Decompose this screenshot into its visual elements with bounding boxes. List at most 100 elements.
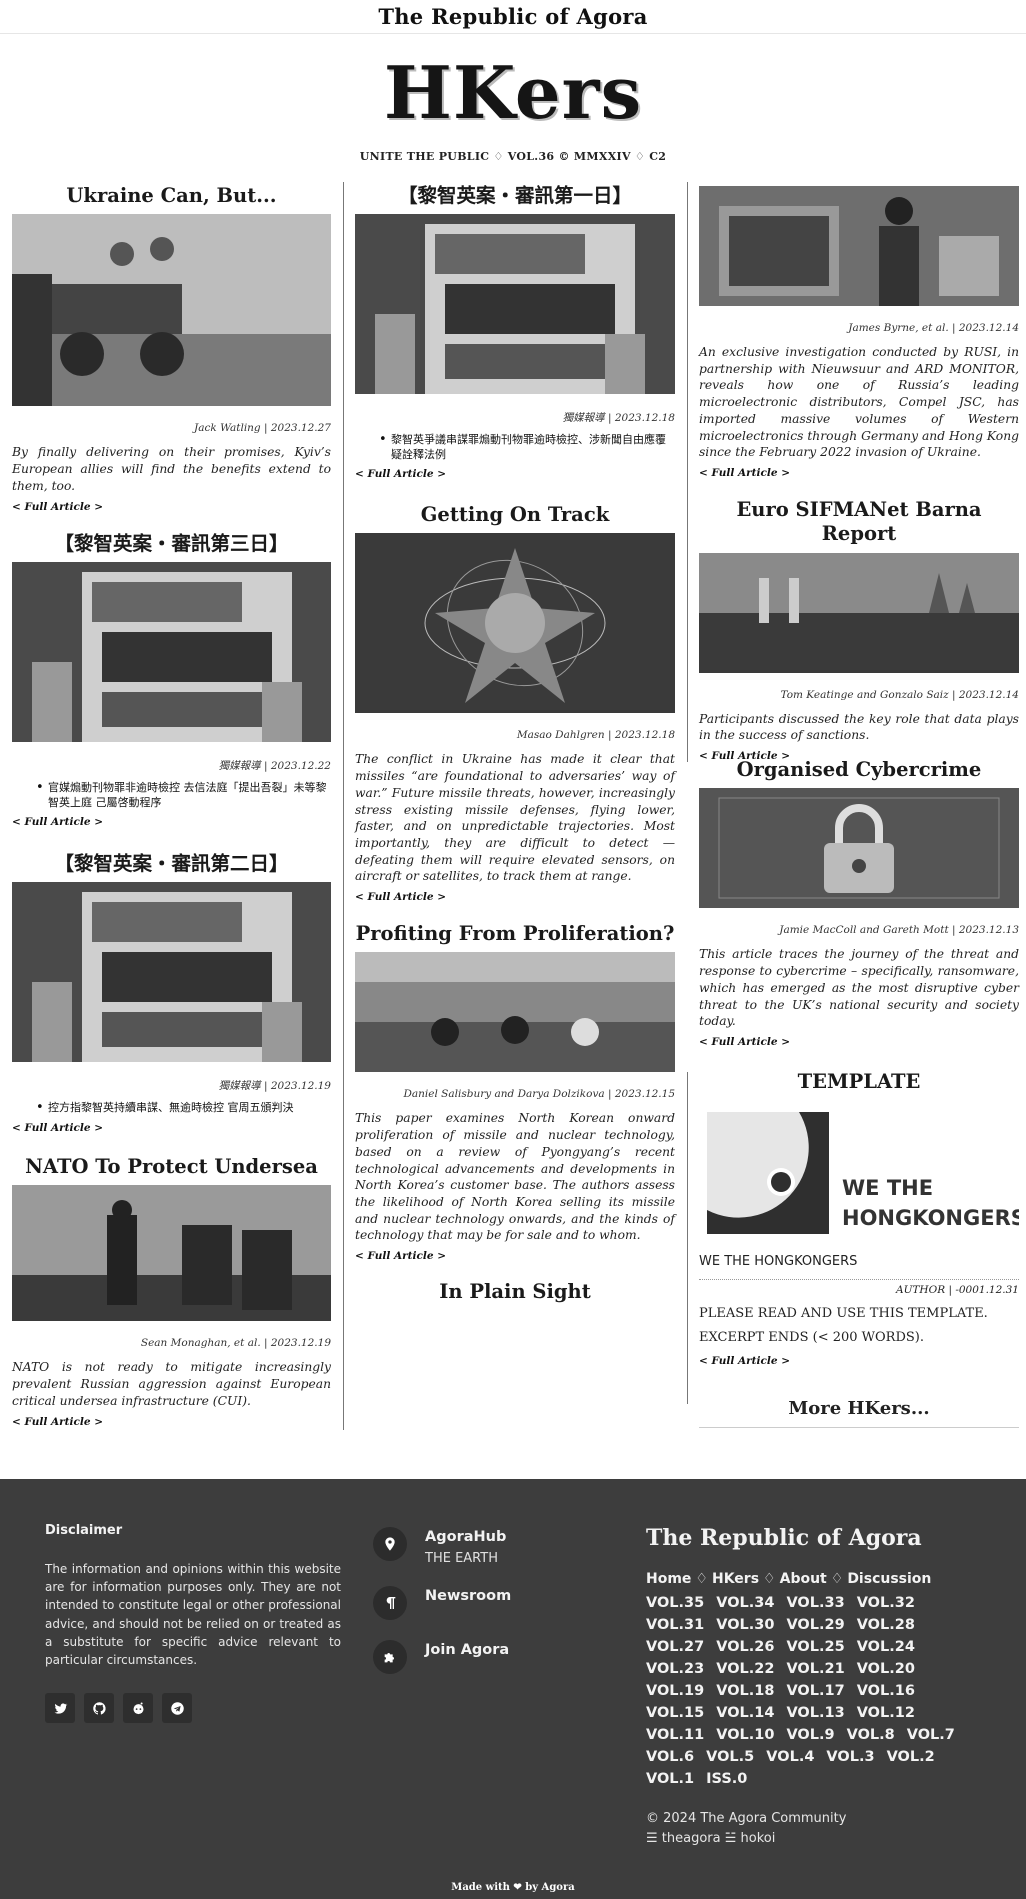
site-title-link[interactable]: The Republic of Agora <box>378 4 647 29</box>
newspaper-hands-photo[interactable] <box>12 882 331 1063</box>
volume-link[interactable]: VOL.18 <box>716 1683 774 1699</box>
article-title[interactable]: Ukraine Can, But... <box>12 184 331 208</box>
full-article-link[interactable]: < Full Article > <box>355 1250 446 1262</box>
volume-link[interactable]: VOL.22 <box>716 1661 774 1677</box>
volume-link[interactable]: VOL.33 <box>786 1595 844 1611</box>
article-title[interactable]: Organised Cybercrime <box>699 758 1019 782</box>
volume-link[interactable]: VOL.1 <box>646 1771 694 1787</box>
article-excerpt: Participants discussed the key role that… <box>699 711 1019 743</box>
barcelona-skyline-photo[interactable] <box>699 552 1019 673</box>
volume-link[interactable]: VOL.2 <box>887 1749 935 1765</box>
sailor-binoculars-photo[interactable] <box>12 1185 331 1322</box>
full-article-link[interactable]: < Full Article > <box>355 468 446 480</box>
volume-link[interactable]: VOL.35 <box>646 1595 704 1611</box>
volume-link[interactable]: VOL.28 <box>857 1617 915 1633</box>
footer-brand[interactable]: The Republic of Agora <box>646 1525 986 1551</box>
article-title[interactable]: 【黎智英案・審訊第三日】 <box>12 532 331 556</box>
we-the-hongkongers-logo[interactable]: WE THE HONGKONGERS <box>699 1100 1019 1241</box>
volume-link[interactable]: VOL.27 <box>646 1639 704 1655</box>
volume-link[interactable]: VOL.8 <box>847 1727 895 1743</box>
article-title[interactable]: Profiting From Proliferation? <box>355 922 675 946</box>
disclaimer-title: Disclaimer <box>45 1523 123 1538</box>
missile-orbits-star-graphic[interactable] <box>355 533 675 714</box>
column-divider <box>687 182 688 762</box>
nav-about[interactable]: About <box>780 1571 827 1587</box>
article-title[interactable]: 【黎智英案・審訊第一日】 <box>355 184 675 208</box>
armored-vehicle-soldiers-photo[interactable] <box>12 214 331 407</box>
full-article-link[interactable]: < Full Article > <box>355 891 446 903</box>
article-byline: James Byrne, et al. | 2023.12.14 <box>848 322 1019 334</box>
military-parade-photo[interactable] <box>355 952 675 1073</box>
volume-link[interactable]: ISS.0 <box>706 1771 747 1787</box>
copyright-text: © 2024 The Agora Community <box>646 1811 847 1826</box>
volume-link[interactable]: VOL.23 <box>646 1661 704 1677</box>
full-article-link[interactable]: < Full Article > <box>699 467 790 479</box>
volume-link[interactable]: VOL.17 <box>786 1683 844 1699</box>
article-bullet: 官媒煽動刊物罪非逾時檢控 去信法庭「提出吾裂」未等黎智英上庭 己屬啓動程序 <box>12 780 331 810</box>
volume-link[interactable]: VOL.26 <box>716 1639 774 1655</box>
github-icon[interactable] <box>84 1693 114 1724</box>
newspaper-hands-photo[interactable] <box>355 214 675 395</box>
reddit-icon[interactable] <box>123 1693 153 1724</box>
full-article-link[interactable]: < Full Article > <box>12 1122 103 1134</box>
nav-hkers[interactable]: HKers <box>712 1571 759 1587</box>
twitter-icon[interactable] <box>45 1693 75 1724</box>
volume-link[interactable]: VOL.31 <box>646 1617 704 1633</box>
volume-link[interactable]: VOL.4 <box>766 1749 814 1765</box>
volume-link[interactable]: VOL.10 <box>716 1727 774 1743</box>
svg-text:HONGKONGERS: HONGKONGERS <box>842 1206 1019 1230</box>
volume-link[interactable]: VOL.13 <box>786 1705 844 1721</box>
full-article-link[interactable]: < Full Article > <box>699 1355 790 1367</box>
volume-link[interactable]: VOL.32 <box>857 1595 915 1611</box>
contact-section: AgoraHub THE EARTH Newsroom Join Agora <box>373 1527 511 1694</box>
contact-newsroom[interactable]: Newsroom <box>373 1586 511 1620</box>
full-article-link[interactable]: < Full Article > <box>699 1036 790 1048</box>
circuit-padlock-photo[interactable] <box>699 788 1019 909</box>
column-divider <box>343 182 344 1430</box>
social-links <box>45 1693 341 1724</box>
volume-link[interactable]: VOL.3 <box>826 1749 874 1765</box>
nav-home[interactable]: Home <box>646 1571 691 1587</box>
volume-link[interactable]: VOL.25 <box>786 1639 844 1655</box>
contact-agorahub[interactable]: AgoraHub THE EARTH <box>373 1527 511 1566</box>
article-byline: Jamie MacColl and Gareth Mott | 2023.12.… <box>779 924 1019 937</box>
full-article-link[interactable]: < Full Article > <box>12 816 103 828</box>
article-title[interactable]: Euro SIFMANet Barna Report <box>699 498 1019 547</box>
volume-link[interactable]: VOL.7 <box>907 1727 955 1743</box>
volume-link[interactable]: VOL.11 <box>646 1727 704 1743</box>
volume-link[interactable]: VOL.20 <box>857 1661 915 1677</box>
officer-electronics-illustration[interactable] <box>699 186 1019 306</box>
full-article-link[interactable]: < Full Article > <box>12 501 103 513</box>
volume-link[interactable]: VOL.19 <box>646 1683 704 1699</box>
full-article-link[interactable]: < Full Article > <box>12 1416 103 1428</box>
volume-link[interactable]: VOL.30 <box>716 1617 774 1633</box>
article-card: NATO To Protect Undersea Sean Monaghan, … <box>12 1155 331 1429</box>
article-title[interactable]: TEMPLATE <box>699 1070 1019 1094</box>
volume-link[interactable]: VOL.14 <box>716 1705 774 1721</box>
article-title[interactable]: Getting On Track <box>355 503 675 527</box>
volume-link[interactable]: VOL.9 <box>786 1727 834 1743</box>
more-hkers-link[interactable]: More HKers... <box>699 1398 1019 1428</box>
volume-link[interactable]: VOL.5 <box>706 1749 754 1765</box>
footer-nav-links: Home ♢ HKers ♢ About ♢ Discussion <box>646 1571 932 1587</box>
volume-link[interactable]: VOL.21 <box>786 1661 844 1677</box>
volume-link[interactable]: VOL.24 <box>857 1639 915 1655</box>
article-title[interactable]: NATO To Protect Undersea <box>12 1155 331 1179</box>
volume-link[interactable]: VOL.12 <box>857 1705 915 1721</box>
volume-link[interactable]: VOL.6 <box>646 1749 694 1765</box>
newspaper-hands-photo[interactable] <box>12 562 331 743</box>
volume-link[interactable]: VOL.29 <box>786 1617 844 1633</box>
template-heading: WE THE HONGKONGERS <box>699 1254 858 1270</box>
article-excerpt: NATO is not ready to mitigate increasing… <box>12 1360 331 1408</box>
article-title[interactable]: 【黎智英案・審訊第二日】 <box>12 852 331 876</box>
contact-join-agora[interactable]: Join Agora <box>373 1640 511 1674</box>
article-title[interactable]: In Plain Sight <box>355 1280 675 1304</box>
volume-link[interactable]: VOL.15 <box>646 1705 704 1721</box>
article-byline: Sean Monaghan, et al. | 2023.12.19 <box>140 1337 331 1350</box>
volume-link[interactable]: VOL.34 <box>716 1595 774 1611</box>
volume-link[interactable]: VOL.16 <box>857 1683 915 1699</box>
nav-discussion[interactable]: Discussion <box>847 1571 931 1587</box>
hkers-logo[interactable]: HKers <box>0 50 1026 136</box>
contact-label: AgoraHub <box>425 1529 507 1545</box>
telegram-icon[interactable] <box>162 1693 192 1724</box>
